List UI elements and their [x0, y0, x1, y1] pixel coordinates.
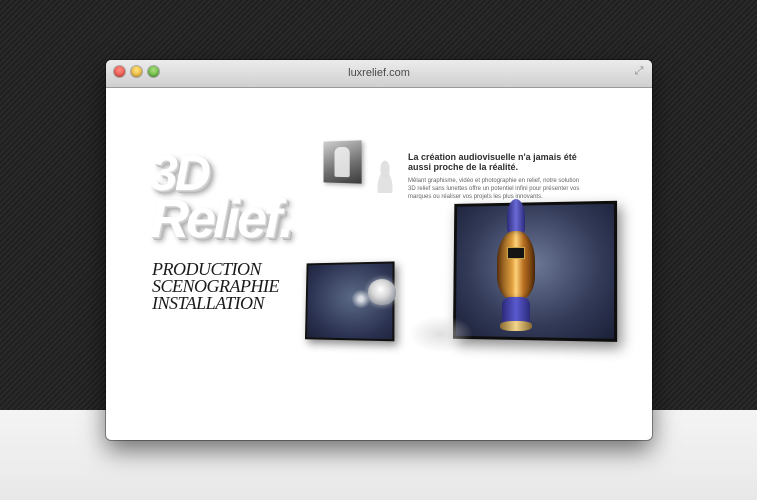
golfer-photo: [323, 140, 362, 184]
browser-window: luxrelief.com ⤢ 3D Relief. PRODUCTION SC…: [106, 60, 652, 440]
site-logo[interactable]: 3D Relief.: [150, 147, 340, 257]
jellyfish-image: [368, 279, 396, 305]
intro-body: Mêlant graphisme, vidéo et photographie …: [408, 178, 580, 200]
perfume-screen-image: [452, 200, 618, 342]
intro-headline: La création audiovisuelle n'a jamais été…: [408, 152, 577, 172]
logo-line-2: Relief.: [150, 189, 294, 249]
perfume-bottle-stopper: [507, 199, 525, 235]
window-title: luxrelief.com: [348, 67, 410, 79]
service-item: INSTALLATION: [152, 293, 265, 313]
services-list: PRODUCTION SCENOGRAPHIE INSTALLATION: [152, 260, 302, 313]
perfume-bottle-label: [507, 247, 525, 259]
page-content: 3D Relief. PRODUCTION SCENOGRAPHIE INSTA…: [106, 89, 652, 440]
sparkle-effect: [406, 314, 476, 354]
perfume-bottle-foot: [500, 321, 532, 331]
perfume-bottle: [497, 231, 535, 299]
window-titlebar: luxrelief.com ⤢: [106, 60, 652, 88]
perfume-bottle-base: [502, 297, 530, 323]
fullscreen-icon[interactable]: ⤢: [632, 64, 646, 78]
ghost-figure-photo: [372, 159, 398, 193]
